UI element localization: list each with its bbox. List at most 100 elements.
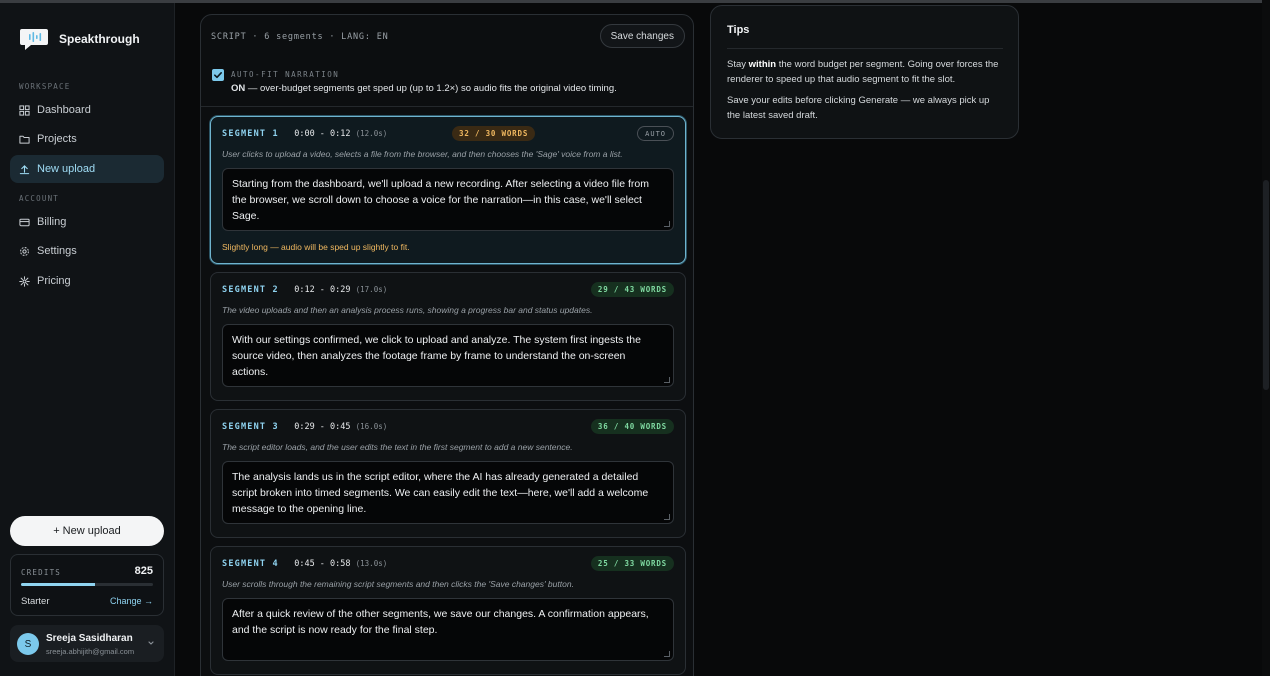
credits-progress-fill xyxy=(21,583,95,586)
autofit-checkbox[interactable] xyxy=(212,69,224,81)
resize-grip-icon[interactable] xyxy=(664,221,670,227)
avatar: S xyxy=(17,633,39,655)
segment-script-textarea[interactable]: With our settings confirmed, we click to… xyxy=(222,324,674,387)
folder-icon xyxy=(19,135,30,144)
sidebar: Speakthrough WORKSPACE Dashboard Project… xyxy=(0,3,175,676)
credits-progress-bar xyxy=(21,583,153,586)
segment-description: User clicks to upload a video, selects a… xyxy=(222,149,623,159)
change-plan-link[interactable]: Change → xyxy=(110,596,153,606)
segment-script-textarea[interactable]: The analysis lands us in the script edit… xyxy=(222,461,674,524)
card-icon xyxy=(19,218,30,226)
user-email: sreeja.abhijith@gmail.com xyxy=(46,647,135,656)
tips-title: Tips xyxy=(727,24,750,36)
auto-badge: AUTO xyxy=(637,126,674,141)
speech-bubble-logo-icon xyxy=(20,29,48,50)
credits-label: CREDITS xyxy=(21,568,62,577)
sidebar-item-label: New upload xyxy=(37,163,96,175)
autofit-description-text: — over-budget segments get sped up (up t… xyxy=(245,83,617,94)
word-count-badge: 36 / 40 WORDS xyxy=(590,419,674,434)
user-menu[interactable]: S Sreeja Sasidharan sreeja.abhijith@gmai… xyxy=(10,625,164,662)
segment-description: The video uploads and then an analysis p… xyxy=(222,305,593,315)
segment-card[interactable]: SEGMENT 2 0:12 - 0:29 (17.0s) 29 / 43 WO… xyxy=(210,272,686,401)
credits-value: 825 xyxy=(134,565,153,577)
user-name: Sreeja Sasidharan xyxy=(46,633,133,644)
tip-text: Stay xyxy=(727,59,749,70)
segment-duration: (16.0s) xyxy=(355,422,388,431)
segment-range: 0:00 - 0:12 xyxy=(294,129,351,139)
autofit-description: ON — over-budget segments get sped up (u… xyxy=(231,83,617,94)
sidebar-item-billing[interactable]: Billing xyxy=(10,208,164,236)
segment-badges: 29 / 43 WORDS xyxy=(590,282,674,297)
word-count-badge: 25 / 33 WORDS xyxy=(590,556,674,571)
sidebar-item-label: Settings xyxy=(37,245,77,257)
sidebar-item-dashboard[interactable]: Dashboard xyxy=(10,96,164,124)
script-meta: SCRIPT · 6 segments · LANG: EN xyxy=(211,32,389,42)
segment-script-text: Starting from the dashboard, we'll uploa… xyxy=(232,178,649,222)
resize-grip-icon[interactable] xyxy=(664,651,670,657)
upload-icon xyxy=(19,164,30,174)
sidebar-item-label: Billing xyxy=(37,216,67,228)
segment-label: SEGMENT 2 xyxy=(222,285,279,295)
brand[interactable]: Speakthrough xyxy=(19,27,140,51)
save-changes-button[interactable]: Save changes xyxy=(599,24,685,48)
segment-label: SEGMENT 1 xyxy=(222,129,279,139)
new-upload-button[interactable]: + New upload xyxy=(10,516,164,546)
sparkle-icon xyxy=(19,275,30,287)
segment-script-textarea[interactable]: After a quick review of the other segmen… xyxy=(222,598,674,661)
sidebar-item-label: Projects xyxy=(37,133,77,145)
segment-header: SEGMENT 2 0:12 - 0:29 (17.0s) xyxy=(222,285,387,295)
sidebar-item-projects[interactable]: Projects xyxy=(10,125,164,153)
segment-header: SEGMENT 4 0:45 - 0:58 (13.0s) xyxy=(222,559,387,569)
segment-script-text: With our settings confirmed, we click to… xyxy=(232,334,641,378)
scrollbar-thumb[interactable] xyxy=(1263,180,1269,390)
checkmark-icon xyxy=(214,72,222,79)
segment-badges: 36 / 40 WORDS xyxy=(590,419,674,434)
segment-card[interactable]: SEGMENT 1 0:00 - 0:12 (12.0s) 32 / 30 WO… xyxy=(210,116,686,264)
autofit-label: AUTO-FIT NARRATION xyxy=(231,70,340,79)
sidebar-item-pricing[interactable]: Pricing xyxy=(10,267,164,295)
segment-warning: Slightly long — audio will be sped up sl… xyxy=(222,242,410,252)
gear-icon xyxy=(20,246,29,256)
word-count-badge: 32 / 30 WORDS xyxy=(452,126,536,141)
app-name: Speakthrough xyxy=(59,32,140,46)
workspace-section-label: WORKSPACE xyxy=(19,82,71,91)
segment-description: User scrolls through the remaining scrip… xyxy=(222,579,574,589)
tip-emphasis: within xyxy=(748,59,777,70)
plan-name: Starter xyxy=(21,596,50,607)
account-section-label: ACCOUNT xyxy=(19,194,60,203)
divider xyxy=(727,48,1003,49)
autofit-state: ON xyxy=(231,83,246,94)
sidebar-item-new-upload[interactable]: New upload xyxy=(10,155,164,183)
segment-range: 0:45 - 0:58 xyxy=(294,559,351,569)
segment-header: SEGMENT 1 0:00 - 0:12 (12.0s) xyxy=(222,129,387,139)
sidebar-item-label: Pricing xyxy=(37,275,71,287)
segment-badges: 25 / 33 WORDS xyxy=(590,556,674,571)
segment-card[interactable]: SEGMENT 4 0:45 - 0:58 (13.0s) 25 / 33 WO… xyxy=(210,546,686,675)
segment-badges: 32 / 30 WORDS AUTO xyxy=(452,126,674,141)
segment-script-text: The analysis lands us in the script edit… xyxy=(232,471,649,515)
script-panel-header: SCRIPT · 6 segments · LANG: EN Save chan… xyxy=(201,15,693,107)
segment-script-textarea[interactable]: Starting from the dashboard, we'll uploa… xyxy=(222,168,674,231)
segment-description: The script editor loads, and the user ed… xyxy=(222,442,573,452)
sidebar-item-settings[interactable]: Settings xyxy=(10,237,164,265)
tip-save-edits: Save your edits before clicking Generate… xyxy=(727,95,990,121)
segment-range: 0:29 - 0:45 xyxy=(294,422,351,432)
tips-panel: Tips Stay within the word budget per seg… xyxy=(710,5,1019,139)
segment-duration: (17.0s) xyxy=(355,285,388,294)
window-top-border xyxy=(0,0,1270,3)
segment-range: 0:12 - 0:29 xyxy=(294,285,351,295)
segment-script-text: After a quick review of the other segmen… xyxy=(232,608,649,636)
segment-label: SEGMENT 4 xyxy=(222,559,279,569)
word-count-badge: 29 / 43 WORDS xyxy=(590,282,674,297)
segment-duration: (12.0s) xyxy=(355,129,388,138)
segment-card[interactable]: SEGMENT 3 0:29 - 0:45 (16.0s) 36 / 40 WO… xyxy=(210,409,686,538)
dashboard-icon xyxy=(19,104,30,116)
segment-label: SEGMENT 3 xyxy=(222,422,279,432)
resize-grip-icon[interactable] xyxy=(664,377,670,383)
script-editor-panel: SCRIPT · 6 segments · LANG: EN Save chan… xyxy=(200,14,694,676)
chevron-updown-icon xyxy=(148,641,154,645)
segment-header: SEGMENT 3 0:29 - 0:45 (16.0s) xyxy=(222,422,387,432)
segment-duration: (13.0s) xyxy=(355,559,388,568)
resize-grip-icon[interactable] xyxy=(664,514,670,520)
tip-word-budget: Stay within the word budget per segment.… xyxy=(727,58,1002,87)
